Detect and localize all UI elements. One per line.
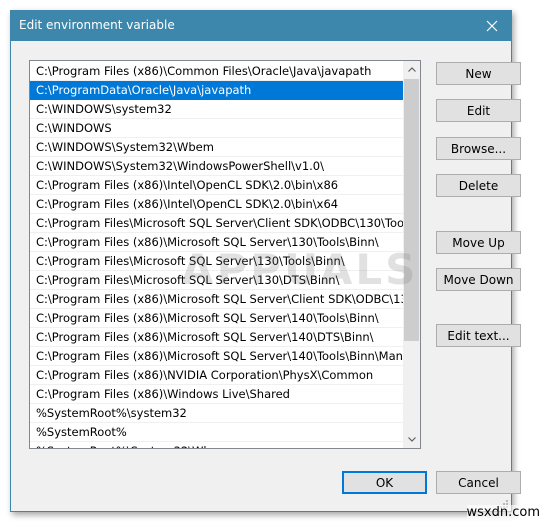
- new-button[interactable]: New: [436, 62, 521, 85]
- delete-button[interactable]: Delete: [436, 174, 521, 197]
- chevron-up-icon: [407, 67, 416, 72]
- title-bar[interactable]: Edit environment variable: [11, 11, 511, 41]
- path-list-item[interactable]: C:\Program Files (x86)\NVIDIA Corporatio…: [30, 366, 403, 385]
- site-watermark: wsxdn.com: [466, 505, 540, 520]
- path-list-item[interactable]: C:\Program Files (x86)\Microsoft SQL Ser…: [30, 233, 403, 252]
- path-list-item[interactable]: C:\Program Files (x86)\Intel\OpenCL SDK\…: [30, 195, 403, 214]
- scroll-up-button[interactable]: [403, 61, 420, 78]
- path-list-item[interactable]: C:\WINDOWS: [30, 119, 403, 138]
- path-list-item[interactable]: C:\Program Files (x86)\Intel\OpenCL SDK\…: [30, 176, 403, 195]
- close-icon: [486, 20, 498, 32]
- edit-button[interactable]: Edit: [436, 99, 521, 122]
- ok-button[interactable]: OK: [342, 471, 427, 494]
- path-list-item[interactable]: C:\Program Files\Microsoft SQL Server\13…: [30, 271, 403, 290]
- path-list-item[interactable]: C:\Program Files (x86)\Microsoft SQL Ser…: [30, 309, 403, 328]
- dialog-title: Edit environment variable: [19, 18, 175, 32]
- path-list-item[interactable]: %SystemRoot%\system32: [30, 404, 403, 423]
- cancel-button[interactable]: Cancel: [436, 471, 521, 494]
- path-list-item[interactable]: C:\Program Files (x86)\Windows Live\Shar…: [30, 385, 403, 404]
- move-up-button[interactable]: Move Up: [436, 231, 521, 254]
- path-list-rows: C:\Program Files (x86)\Common Files\Orac…: [30, 62, 403, 448]
- path-list-item[interactable]: C:\Program Files (x86)\Microsoft SQL Ser…: [30, 347, 403, 366]
- edit-environment-variable-dialog: Edit environment variable C:\Program Fil…: [10, 10, 521, 512]
- edit-text-button[interactable]: Edit text...: [436, 324, 521, 347]
- path-list-item[interactable]: %SystemRoot%\System32\Wbem: [30, 442, 403, 448]
- close-button[interactable]: [473, 11, 511, 41]
- scrollbar-thumb[interactable]: [404, 79, 419, 341]
- path-list-item[interactable]: C:\ProgramData\Oracle\Java\javapath: [30, 81, 403, 100]
- chevron-down-icon: [407, 437, 416, 442]
- path-list-item[interactable]: C:\Program Files (x86)\Microsoft SQL Ser…: [30, 290, 403, 309]
- path-list-item[interactable]: C:\Program Files (x86)\Microsoft SQL Ser…: [30, 328, 403, 347]
- path-list-item[interactable]: C:\Program Files\Microsoft SQL Server\13…: [30, 252, 403, 271]
- path-list-item[interactable]: %SystemRoot%: [30, 423, 403, 442]
- move-down-button[interactable]: Move Down: [436, 268, 521, 291]
- path-list-item[interactable]: C:\Program Files (x86)\Common Files\Orac…: [30, 62, 403, 81]
- path-list-item[interactable]: C:\Program Files\Microsoft SQL Server\Cl…: [30, 214, 403, 233]
- scroll-down-button[interactable]: [403, 431, 420, 448]
- path-list-item[interactable]: C:\WINDOWS\System32\Wbem: [30, 138, 403, 157]
- path-list-item[interactable]: C:\WINDOWS\System32\WindowsPowerShell\v1…: [30, 157, 403, 176]
- path-list-item[interactable]: C:\WINDOWS\system32: [30, 100, 403, 119]
- browse-button[interactable]: Browse...: [436, 137, 521, 160]
- path-list[interactable]: C:\Program Files (x86)\Common Files\Orac…: [29, 60, 421, 449]
- vertical-scrollbar[interactable]: [403, 61, 420, 448]
